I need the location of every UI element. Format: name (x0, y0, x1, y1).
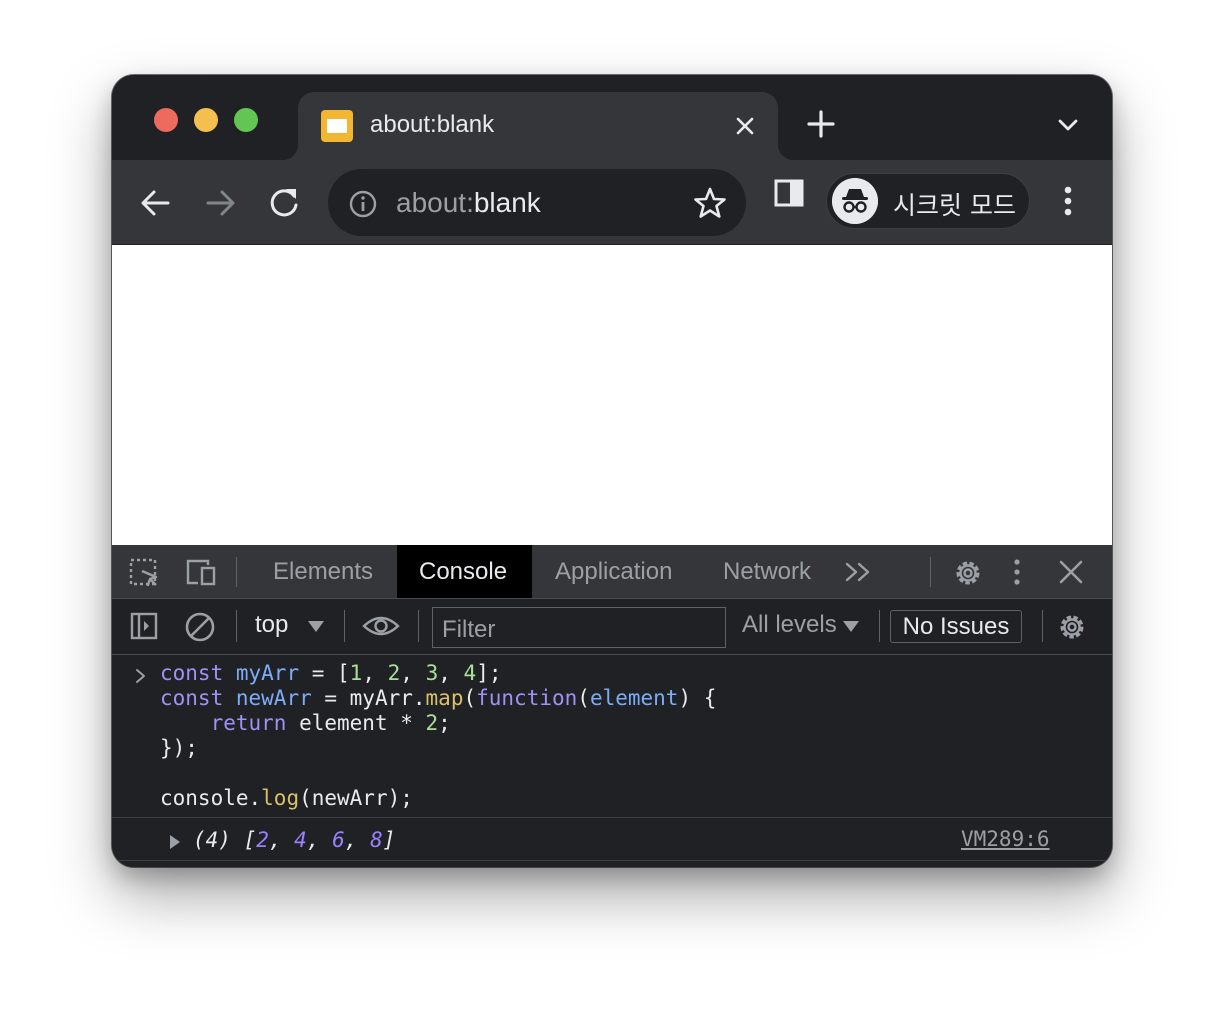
more-menu-icon[interactable] (1052, 181, 1084, 221)
tab-network[interactable]: Network (701, 545, 833, 598)
close-devtools-icon[interactable] (1058, 559, 1084, 585)
tab-application[interactable]: Application (533, 545, 694, 598)
console-input-code: const myArr = [1, 2, 3, 4]; const newArr… (160, 661, 716, 811)
log-levels-dropdown[interactable]: All levels (742, 611, 837, 639)
console-output-area[interactable]: const myArr = [1, 2, 3, 4]; const newArr… (112, 655, 1112, 867)
filter-input[interactable]: Filter (432, 607, 726, 648)
tab-title: about:blank (370, 111, 495, 138)
back-icon[interactable] (136, 183, 176, 223)
issues-button[interactable]: No Issues (890, 610, 1022, 643)
more-tabs-icon[interactable] (844, 561, 874, 583)
code-line: console.log(newArr); (160, 786, 413, 810)
context-dropdown-caret-icon[interactable] (308, 621, 324, 632)
page-favicon-icon (321, 110, 353, 142)
close-window-button[interactable] (154, 108, 178, 132)
live-expression-eye-icon[interactable] (362, 613, 400, 639)
reload-icon[interactable] (264, 183, 304, 223)
minimize-window-button[interactable] (194, 108, 218, 132)
browser-tab[interactable]: about:blank (282, 92, 794, 160)
url-text: about:blank (396, 187, 541, 219)
toolbar-separator (1042, 610, 1043, 642)
devtools-separator (930, 557, 931, 587)
forward-icon[interactable] (200, 183, 240, 223)
console-settings-gear-icon[interactable] (1055, 610, 1089, 644)
tab-console[interactable]: Console (397, 545, 532, 598)
info-icon[interactable] (348, 189, 378, 219)
inspect-element-icon[interactable] (128, 557, 160, 589)
side-panel-icon[interactable] (772, 175, 808, 211)
devtools-menu-icon[interactable] (1009, 557, 1025, 587)
console-message-divider (112, 860, 1112, 861)
tab-elements[interactable]: Elements (251, 545, 395, 598)
bookmark-star-icon[interactable] (692, 185, 728, 221)
browser-window: about:blank about:blank 시크릿 모드 Elements … (112, 75, 1112, 867)
levels-caret-icon[interactable] (843, 621, 859, 632)
console-message-divider (112, 817, 1112, 818)
incognito-label: 시크릿 모드 (893, 191, 1016, 220)
address-bar[interactable]: about:blank (328, 169, 746, 236)
code-line: const myArr = [1, 2, 3, 4]; (160, 661, 502, 685)
code-line: return element * 2; (210, 711, 451, 735)
tab-strip: about:blank (112, 75, 1112, 160)
new-tab-icon[interactable] (806, 109, 836, 139)
settings-gear-icon[interactable] (951, 556, 985, 590)
chevron-down-icon[interactable] (1054, 111, 1082, 139)
close-tab-icon[interactable] (731, 112, 759, 140)
device-toolbar-icon[interactable] (184, 557, 218, 589)
url-host: blank (473, 187, 541, 218)
toolbar-separator (418, 610, 419, 642)
console-sidebar-icon[interactable] (129, 611, 159, 641)
url-scheme: about: (396, 187, 474, 218)
devtools-separator (236, 557, 237, 587)
devtools-tab-bar: Elements Console Application Network (112, 545, 1112, 599)
code-line: }); (160, 736, 198, 760)
input-prompt-chevron-icon (136, 669, 145, 683)
context-selector[interactable]: top (255, 611, 288, 639)
toolbar-separator (879, 610, 880, 642)
clear-console-icon[interactable] (184, 611, 216, 643)
toolbar-separator (236, 610, 237, 642)
page-content[interactable] (112, 245, 1112, 545)
console-log-output[interactable]: (4) [2, 4, 6, 8] (193, 828, 395, 852)
incognito-indicator[interactable]: 시크릿 모드 (826, 173, 1030, 229)
toolbar-separator (344, 610, 345, 642)
source-location-link[interactable]: VM289:6 (961, 827, 1050, 851)
incognito-icon (832, 178, 878, 224)
console-toolbar: top Filter All levels No Issues (112, 599, 1112, 655)
devtools-panel: Elements Console Application Network top… (112, 545, 1112, 867)
zoom-window-button[interactable] (234, 108, 258, 132)
code-line: const newArr = myArr.map(function(elemen… (160, 686, 717, 710)
expand-array-triangle-icon[interactable] (170, 835, 180, 849)
